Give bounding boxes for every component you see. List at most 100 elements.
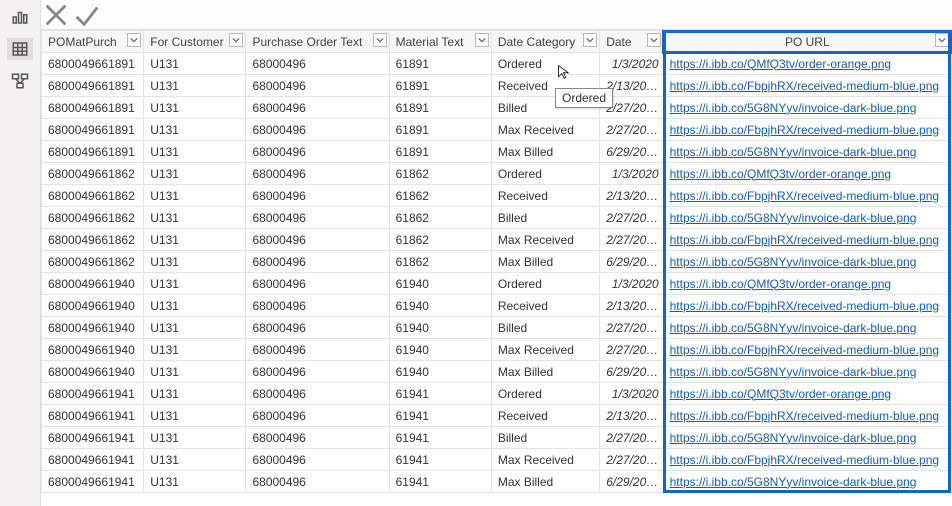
po-url-link[interactable]: https://i.ibb.co/FbpjhRX/received-medium… [670, 189, 939, 203]
column-filter-button[interactable] [475, 33, 489, 47]
cell-pot[interactable]: 68000496 [246, 405, 389, 427]
table-row[interactable]: 6800049661941U1316800049661941Max Receiv… [42, 449, 952, 471]
cell-url[interactable]: https://i.ibb.co/FbpjhRX/received-medium… [663, 449, 951, 471]
table-row[interactable]: 6800049661862U1316800049661862Ordered1/3… [42, 163, 952, 185]
column-filter-button[interactable] [229, 33, 243, 47]
cell-pot[interactable]: 68000496 [246, 119, 389, 141]
cell-url[interactable]: https://i.ibb.co/FbpjhRX/received-medium… [663, 119, 951, 141]
cell-date[interactable]: 1/3/2020 [600, 273, 663, 295]
formula-input[interactable] [101, 0, 952, 29]
cell-cust[interactable]: U131 [144, 251, 246, 273]
cell-pomat[interactable]: 6800049661941 [42, 405, 144, 427]
table-row[interactable]: 6800049661891U1316800049661891Max Receiv… [42, 119, 952, 141]
cell-cust[interactable]: U131 [144, 317, 246, 339]
cell-pomat[interactable]: 6800049661940 [42, 361, 144, 383]
cell-date[interactable]: 1/3/2020 [600, 163, 663, 185]
table-row[interactable]: 6800049661862U1316800049661862Max Receiv… [42, 229, 952, 251]
cell-cat[interactable]: Ordered [491, 273, 599, 295]
cell-pot[interactable]: 68000496 [246, 471, 389, 493]
table-row[interactable]: 6800049661940U1316800049661940Received2/… [42, 295, 952, 317]
cell-pot[interactable]: 68000496 [246, 97, 389, 119]
cell-pomat[interactable]: 6800049661891 [42, 141, 144, 163]
cell-pot[interactable]: 68000496 [246, 207, 389, 229]
column-filter-button[interactable] [583, 33, 597, 47]
po-url-link[interactable]: https://i.ibb.co/5G8NYyv/invoice-dark-bl… [670, 211, 917, 225]
cell-date[interactable]: 6/29/2020 [600, 251, 663, 273]
cell-pot[interactable]: 68000496 [246, 251, 389, 273]
po-url-link[interactable]: https://i.ibb.co/5G8NYyv/invoice-dark-bl… [670, 101, 917, 115]
cell-date[interactable]: 2/27/2020 [600, 207, 663, 229]
cell-cat[interactable]: Ordered [491, 383, 599, 405]
table-row[interactable]: 6800049661941U1316800049661941Received2/… [42, 405, 952, 427]
cell-cust[interactable]: U131 [144, 97, 246, 119]
column-header-cat[interactable]: Date Category [491, 31, 599, 53]
cell-pomat[interactable]: 6800049661940 [42, 273, 144, 295]
cell-mat[interactable]: 61941 [389, 383, 491, 405]
po-url-link[interactable]: https://i.ibb.co/QMfQ3tv/order-orange.pn… [670, 387, 891, 401]
cell-pomat[interactable]: 6800049661941 [42, 471, 144, 493]
cell-url[interactable]: https://i.ibb.co/FbpjhRX/received-medium… [663, 339, 951, 361]
cell-date[interactable]: 2/13/2020 [600, 75, 663, 97]
cell-date[interactable]: 2/27/2020 [600, 97, 663, 119]
cell-date[interactable]: 2/27/2020 [600, 119, 663, 141]
po-url-link[interactable]: https://i.ibb.co/FbpjhRX/received-medium… [670, 343, 939, 357]
cell-pomat[interactable]: 6800049661862 [42, 251, 144, 273]
cell-cat[interactable]: Received [491, 185, 599, 207]
cell-pot[interactable]: 68000496 [246, 229, 389, 251]
table-row[interactable]: 6800049661891U1316800049661891Max Billed… [42, 141, 952, 163]
po-url-link[interactable]: https://i.ibb.co/QMfQ3tv/order-orange.pn… [670, 167, 891, 181]
cell-cat[interactable]: Max Billed [491, 141, 599, 163]
table-row[interactable]: 6800049661940U1316800049661940Max Receiv… [42, 339, 952, 361]
cell-mat[interactable]: 61940 [389, 295, 491, 317]
column-header-date[interactable]: Date [600, 31, 663, 53]
commit-formula-button[interactable] [71, 0, 101, 30]
cell-pot[interactable]: 68000496 [246, 317, 389, 339]
cell-date[interactable]: 2/27/2020 [600, 339, 663, 361]
cell-mat[interactable]: 61891 [389, 97, 491, 119]
po-url-link[interactable]: https://i.ibb.co/FbpjhRX/received-medium… [670, 233, 939, 247]
cell-pomat[interactable]: 6800049661941 [42, 383, 144, 405]
cell-url[interactable]: https://i.ibb.co/5G8NYyv/invoice-dark-bl… [663, 471, 951, 493]
cell-cat[interactable]: Billed [491, 317, 599, 339]
table-row[interactable]: 6800049661940U1316800049661940Billed2/27… [42, 317, 952, 339]
po-url-link[interactable]: https://i.ibb.co/QMfQ3tv/order-orange.pn… [670, 277, 891, 291]
model-view-button[interactable] [7, 70, 33, 92]
cell-pomat[interactable]: 6800049661862 [42, 207, 144, 229]
cell-date[interactable]: 2/27/2020 [600, 427, 663, 449]
cell-date[interactable]: 2/27/2020 [600, 229, 663, 251]
cell-pot[interactable]: 68000496 [246, 427, 389, 449]
cell-cat[interactable]: Max Received [491, 449, 599, 471]
cell-cust[interactable]: U131 [144, 185, 246, 207]
cell-cust[interactable]: U131 [144, 405, 246, 427]
cell-mat[interactable]: 61862 [389, 163, 491, 185]
cell-cust[interactable]: U131 [144, 471, 246, 493]
cell-pot[interactable]: 68000496 [246, 75, 389, 97]
cell-cust[interactable]: U131 [144, 53, 246, 75]
cell-cust[interactable]: U131 [144, 383, 246, 405]
cell-cust[interactable]: U131 [144, 229, 246, 251]
cell-pot[interactable]: 68000496 [246, 185, 389, 207]
cell-cust[interactable]: U131 [144, 141, 246, 163]
cell-date[interactable]: 6/29/2020 [600, 141, 663, 163]
table-row[interactable]: 6800049661862U1316800049661862Received2/… [42, 185, 952, 207]
cell-mat[interactable]: 61891 [389, 53, 491, 75]
cell-cust[interactable]: U131 [144, 449, 246, 471]
cell-pomat[interactable]: 6800049661940 [42, 317, 144, 339]
column-header-pot[interactable]: Purchase Order Text [246, 31, 389, 53]
cell-cat[interactable]: Billed [491, 97, 599, 119]
column-header-cust[interactable]: For Customer [144, 31, 246, 53]
cell-url[interactable]: https://i.ibb.co/5G8NYyv/invoice-dark-bl… [663, 427, 951, 449]
cell-url[interactable]: https://i.ibb.co/FbpjhRX/received-medium… [663, 75, 951, 97]
cell-cat[interactable]: Max Received [491, 339, 599, 361]
po-url-link[interactable]: https://i.ibb.co/QMfQ3tv/order-orange.pn… [670, 57, 891, 71]
data-view-button[interactable] [7, 38, 33, 60]
cell-mat[interactable]: 61891 [389, 141, 491, 163]
table-row[interactable]: 6800049661862U1316800049661862Max Billed… [42, 251, 952, 273]
cell-date[interactable]: 1/3/2020 [600, 383, 663, 405]
cell-cust[interactable]: U131 [144, 75, 246, 97]
cell-pot[interactable]: 68000496 [246, 449, 389, 471]
cell-cat[interactable]: Max Received [491, 119, 599, 141]
cell-pomat[interactable]: 6800049661940 [42, 295, 144, 317]
cell-cat[interactable]: Billed [491, 427, 599, 449]
cell-mat[interactable]: 61941 [389, 471, 491, 493]
